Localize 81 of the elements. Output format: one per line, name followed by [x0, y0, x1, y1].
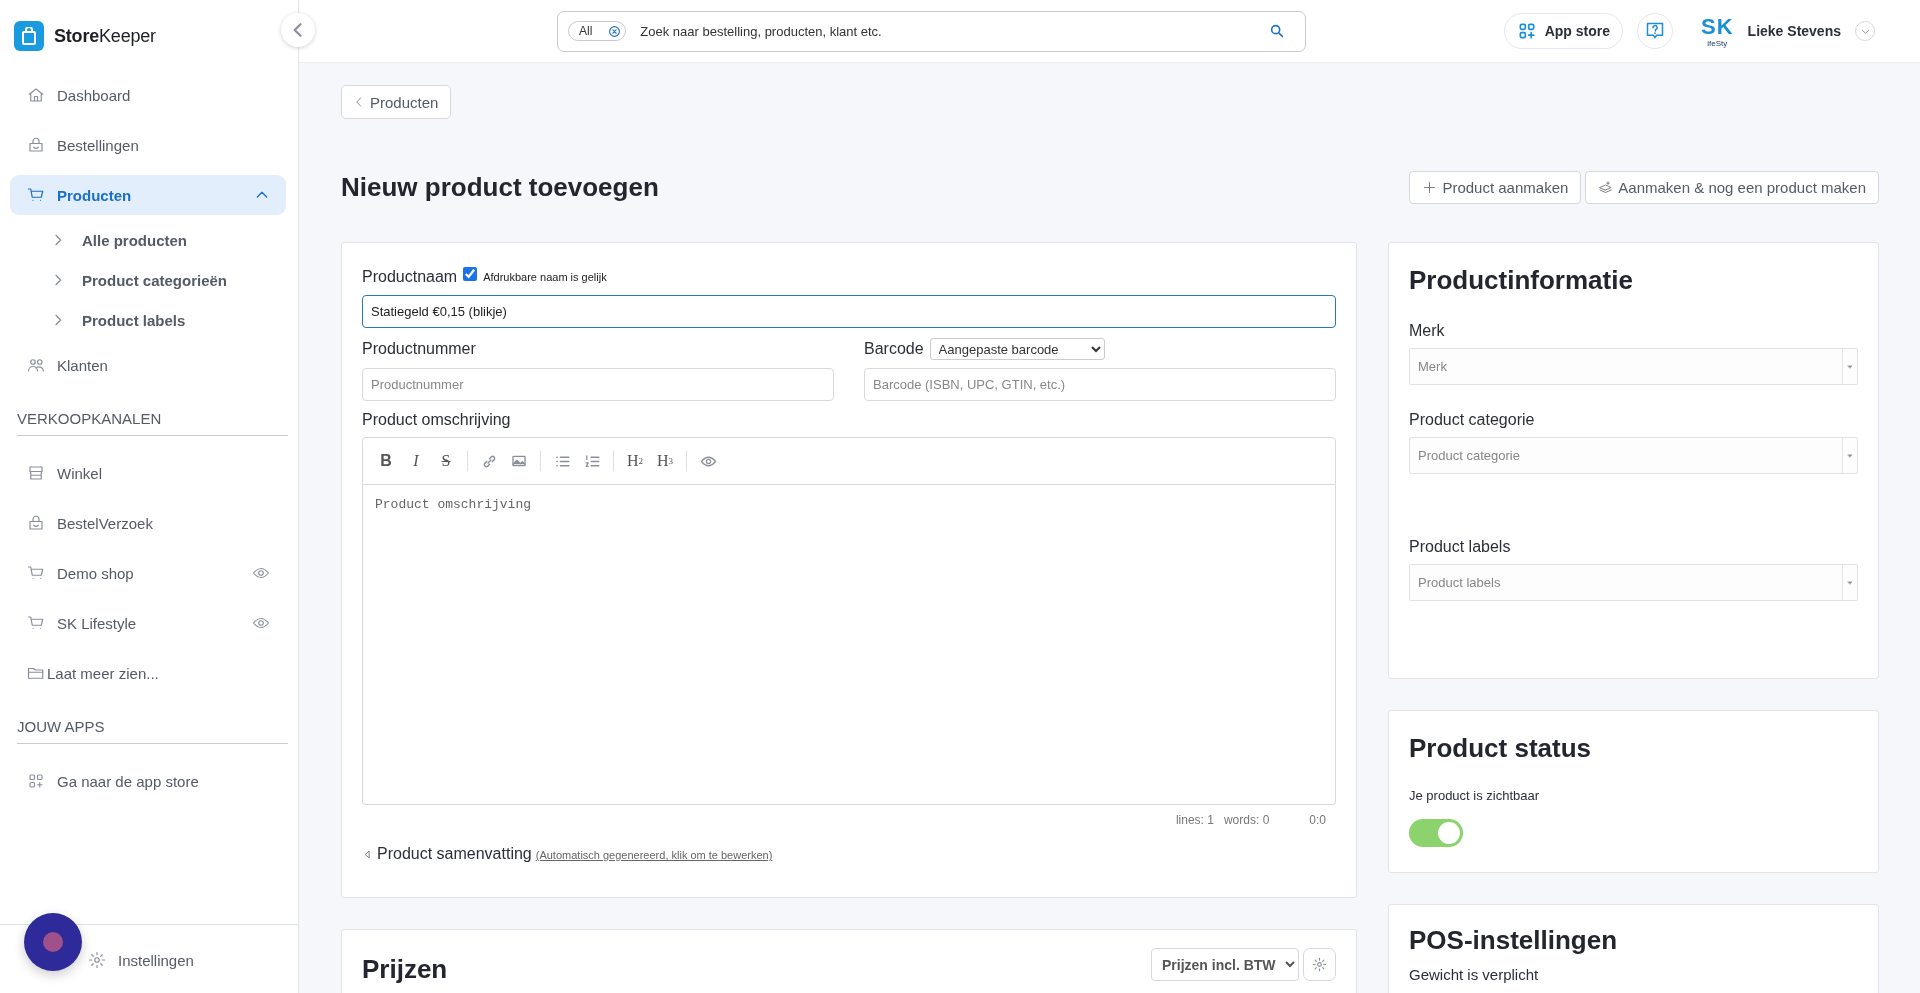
cart-icon: [27, 564, 45, 582]
back-button[interactable]: Producten: [341, 85, 452, 119]
settings-icon: [1312, 957, 1327, 972]
sidebar-item[interactable]: Instellingen: [10, 940, 288, 980]
field-label: Product categorie: [1409, 411, 1536, 429]
card-title: Product status: [1409, 733, 1593, 764]
barcode-field[interactable]: Barcode (ISBN, UPC, GTIN, etc.): [864, 368, 1336, 401]
sidebar-item[interactable]: Ga naar de app store: [10, 761, 286, 801]
barcode-type-dropdown[interactable]: Aangepaste barcode: [929, 338, 1105, 360]
sidebar-item[interactable]: Winkel: [10, 453, 286, 493]
section-heading: VERKOOPKANALEN: [17, 410, 288, 436]
visibility-toggle[interactable]: [1409, 819, 1463, 847]
sidebar-subitem[interactable]: Product labels: [10, 300, 286, 340]
search-field[interactable]: All Zoek naar bestelling, producten, klant etc.: [557, 10, 1306, 52]
help-button[interactable]: [1637, 13, 1674, 49]
create-and-new-button[interactable]: Aanmaken & nog een product maken: [1585, 171, 1879, 204]
sidebar-item[interactable]: Producten: [10, 175, 286, 215]
shopping-bag-icon: [27, 136, 45, 154]
editor-status: 0:0: [1309, 813, 1326, 827]
apps-icon: [27, 772, 45, 790]
card-title: POS-instellingen: [1409, 925, 1619, 956]
field-label: Barcode: [864, 340, 924, 358]
plus-icon: [1422, 180, 1438, 195]
select-field[interactable]: Product labels: [1409, 564, 1858, 601]
summary-toggle[interactable]: Product samenvatting (Automatisch gegenereerd, klik om te bewerken): [362, 845, 773, 863]
printable-name-checkbox[interactable]: [463, 267, 478, 281]
field-label: Merk: [1409, 322, 1446, 340]
shopping-bag-icon: [27, 514, 45, 532]
show-more-link[interactable]: Laat meer zien...: [10, 653, 286, 693]
setting-label: Gewicht is verplicht: [1409, 966, 1540, 983]
sidebar-item[interactable]: Klanten: [10, 345, 286, 385]
sidebar-item[interactable]: Demo shop: [10, 553, 286, 593]
description-field[interactable]: Product omschrijving: [362, 485, 1336, 805]
chat-bubble-button[interactable]: [24, 913, 82, 971]
sidebar-item[interactable]: SK Lifestyle: [10, 603, 286, 643]
field-label: Product omschrijving: [362, 411, 512, 429]
settings-button[interactable]: [1303, 948, 1336, 981]
product-number-field[interactable]: Productnummer: [362, 368, 834, 401]
bold-tool[interactable]: B: [373, 448, 399, 474]
checkbox-label: Afdrukbare naam is gelijk: [483, 271, 607, 283]
field-label: Productnummer: [362, 339, 477, 359]
close-icon: [608, 24, 622, 38]
app-store-button[interactable]: App store: [1503, 13, 1624, 49]
editor-status: lines: 1: [1175, 813, 1214, 827]
layers-icon: [1598, 180, 1614, 195]
image-icon: [511, 453, 527, 469]
home-icon: [27, 86, 45, 104]
brand-name: StoreKeeper: [54, 25, 156, 47]
card-title: Productinformatie: [1409, 265, 1634, 296]
page-title: Nieuw product toevoegen: [341, 172, 659, 203]
section-heading: JOUW APPS: [17, 718, 288, 744]
cart-icon: [27, 186, 45, 204]
sidebar-item[interactable]: BestelVerzoek: [10, 503, 286, 543]
card-title: Prijzen: [362, 954, 448, 985]
price-mode-dropdown[interactable]: Prijzen incl. BTW: [1151, 948, 1299, 981]
field-label: Productnaam: [362, 268, 458, 286]
product-name-field[interactable]: Statiegeld €0,15 (blikje): [362, 295, 1336, 328]
status-text: Je product is zichtbaar: [1409, 788, 1541, 803]
users-icon: [27, 356, 45, 374]
help-icon: [1645, 21, 1666, 41]
user-logo: SK ifeSty: [1701, 14, 1734, 48]
italic-tool[interactable]: I: [403, 448, 429, 474]
cart-icon: [27, 614, 45, 632]
collapse-sidebar-button[interactable]: [281, 13, 315, 47]
user-name[interactable]: Lieke Stevens: [1747, 23, 1841, 39]
select-field[interactable]: Product categorie: [1409, 437, 1858, 474]
field-label: Product labels: [1409, 538, 1512, 556]
store-icon: [27, 464, 45, 482]
numbered-list-icon: [583, 452, 601, 470]
strikethrough-tool[interactable]: S: [433, 448, 459, 474]
brand-logo-icon: [14, 21, 44, 51]
settings-icon: [88, 951, 106, 969]
create-button[interactable]: Product aanmaken: [1409, 171, 1582, 204]
sidebar-subitem[interactable]: Alle producten: [10, 220, 286, 260]
search-icon: [1269, 23, 1285, 39]
caret-left-icon: [362, 848, 373, 860]
editor-status: words: 0: [1223, 813, 1270, 827]
sidebar-item[interactable]: Dashboard: [10, 75, 286, 115]
sidebar-item[interactable]: Bestellingen: [10, 125, 286, 165]
sidebar-subitem[interactable]: Product categorieën: [10, 260, 286, 300]
select-field[interactable]: Merk: [1409, 348, 1858, 385]
